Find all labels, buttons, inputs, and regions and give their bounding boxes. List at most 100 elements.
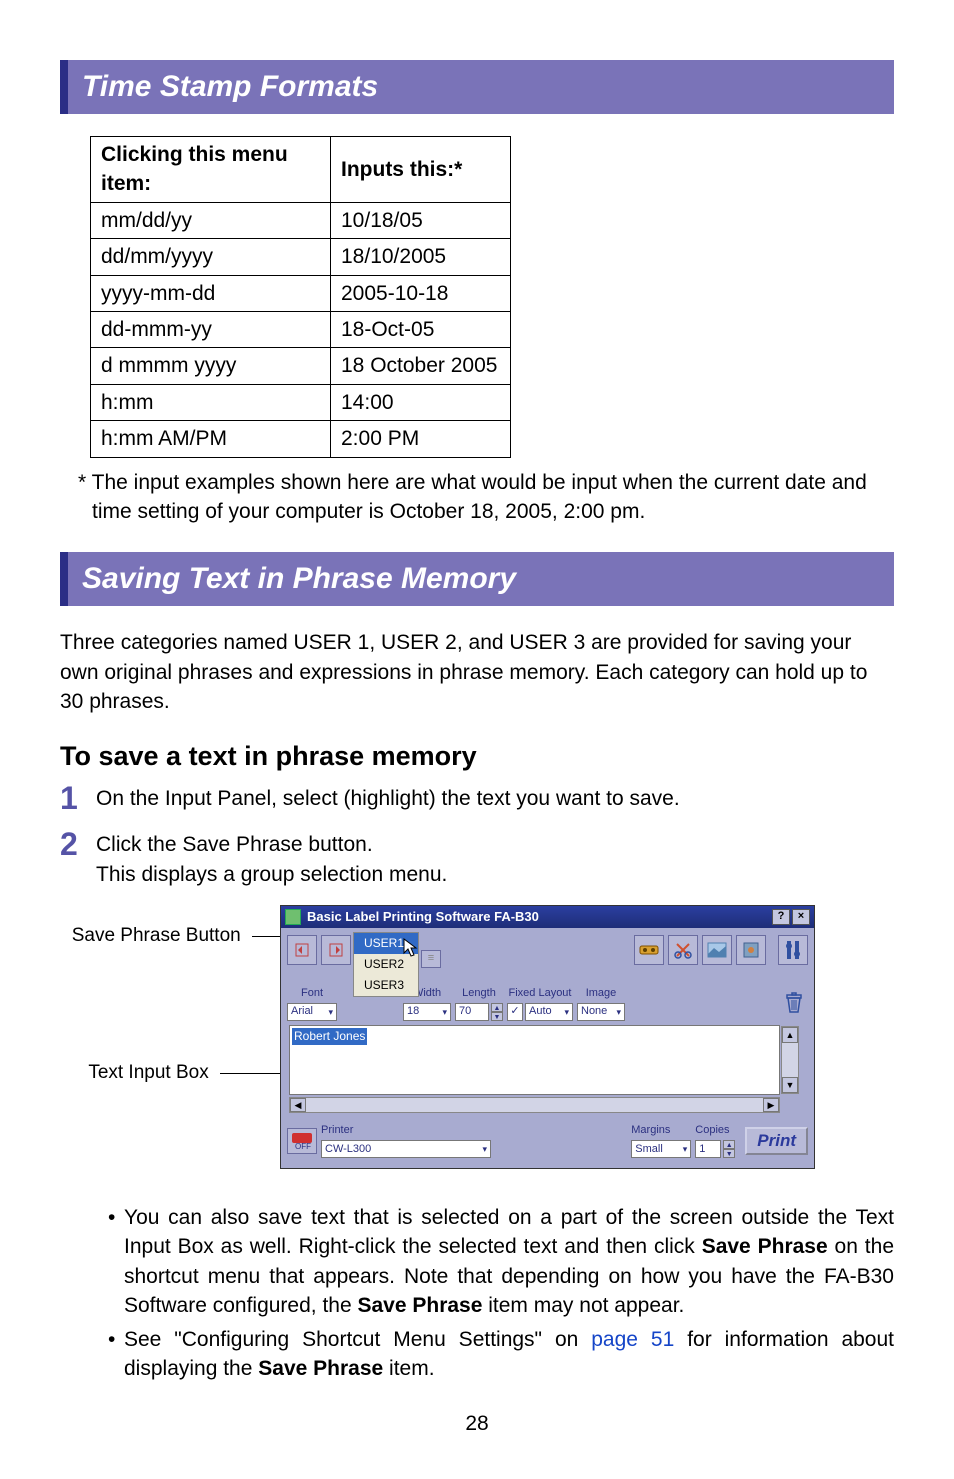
app-window: Basic Label Printing Software FA-B30 ? ×…: [280, 905, 815, 1169]
th-menu-item: Clicking this menu item:: [91, 137, 331, 203]
v-scrollbar[interactable]: ▲ ▼: [781, 1026, 799, 1094]
text: See "Configuring Shortcut Menu Settings"…: [124, 1328, 591, 1351]
subheading-save-text: To save a text in phrase memory: [60, 738, 894, 776]
scroll-left-icon[interactable]: ◀: [290, 1098, 306, 1112]
spin-down-icon[interactable]: ▼: [723, 1149, 735, 1158]
text-input-box[interactable]: Robert Jones ▲ ▼: [289, 1025, 780, 1095]
image-combo[interactable]: None▾: [577, 1003, 625, 1021]
cell: 18/10/2005: [331, 239, 511, 275]
callout-text-input-box: Text Input Box: [88, 1062, 208, 1083]
print-button[interactable]: Print: [745, 1127, 808, 1155]
trash-icon[interactable]: [780, 989, 808, 1017]
section-header-phrase-memory: Saving Text in Phrase Memory: [60, 552, 894, 606]
cell: mm/dd/yy: [91, 202, 331, 238]
table-row: h:mm AM/PM2:00 PM: [91, 421, 511, 457]
length-spinner[interactable]: 70: [455, 1003, 489, 1021]
step-subtext: This displays a group selection menu.: [96, 860, 894, 889]
fixed-layout-combo[interactable]: Auto▾: [525, 1003, 573, 1021]
spin-down-icon[interactable]: ▼: [491, 1012, 503, 1021]
scroll-down-icon[interactable]: ▼: [782, 1077, 798, 1093]
scroll-up-icon[interactable]: ▲: [782, 1027, 798, 1043]
formats-table: Clicking this menu item: Inputs this:* m…: [90, 136, 511, 458]
cell: dd/mm/yyyy: [91, 239, 331, 275]
bold-save-phrase: Save Phrase: [357, 1294, 482, 1317]
printer-label: Printer: [321, 1123, 353, 1138]
table-row: yyyy-mm-dd2005-10-18: [91, 275, 511, 311]
screenshot-diagram: Save Phrase Button Text Input Box Basic …: [60, 905, 894, 1185]
printer-combo[interactable]: CW-L300▾: [321, 1140, 491, 1158]
menu-item-user3[interactable]: USER3: [354, 975, 418, 996]
cell: h:mm: [91, 384, 331, 420]
app-icon: [285, 909, 301, 925]
close-button[interactable]: ×: [792, 909, 810, 925]
cell: 10/18/05: [331, 202, 511, 238]
width-combo[interactable]: 18▾: [403, 1003, 451, 1021]
table-row: d mmmm yyyy18 October 2005: [91, 348, 511, 384]
cursor-icon: [403, 938, 419, 958]
margins-label: Margins: [631, 1123, 670, 1138]
help-button[interactable]: ?: [772, 909, 790, 925]
step-body: On the Input Panel, select (highlight) t…: [96, 784, 894, 813]
step-2: 2 Click the Save Phrase button. This dis…: [60, 830, 894, 889]
length-label: Length: [462, 986, 496, 1001]
titlebar[interactable]: Basic Label Printing Software FA-B30 ? ×: [281, 906, 814, 928]
options-icon[interactable]: [778, 935, 808, 965]
scissors-icon[interactable]: [668, 935, 698, 965]
margins-value: Small: [635, 1142, 663, 1157]
cell: 18 October 2005: [331, 348, 511, 384]
step-1: 1 On the Input Panel, select (highlight)…: [60, 784, 894, 814]
landscape-icon[interactable]: [702, 935, 732, 965]
history-list-icon[interactable]: ≡: [421, 950, 441, 968]
cell: yyyy-mm-dd: [91, 275, 331, 311]
footnote: * The input examples shown here are what…: [78, 468, 894, 527]
note-bullet: See "Configuring Shortcut Menu Settings"…: [108, 1325, 894, 1384]
font-label: Font: [301, 986, 323, 1001]
spin-up-icon[interactable]: ▲: [723, 1140, 735, 1149]
h-scrollbar[interactable]: ◀ ▶: [289, 1097, 780, 1113]
callout-save-phrase-button: Save Phrase Button: [72, 925, 241, 946]
copies-spinner[interactable]: 1: [695, 1140, 721, 1158]
length-value: 70: [459, 1004, 471, 1019]
section-header-time-stamp: Time Stamp Formats: [60, 60, 894, 114]
spin-up-icon[interactable]: ▲: [491, 1003, 503, 1012]
step-body: Click the Save Phrase button.: [96, 830, 894, 859]
scroll-right-icon[interactable]: ▶: [763, 1098, 779, 1112]
cell: d mmmm yyyy: [91, 348, 331, 384]
margins-combo[interactable]: Small▾: [631, 1140, 691, 1158]
table-row: mm/dd/yy10/18/05: [91, 202, 511, 238]
table-row: dd/mm/yyyy18/10/2005: [91, 239, 511, 275]
table-row: h:mm14:00: [91, 384, 511, 420]
step-number: 2: [60, 828, 96, 860]
settings-icon[interactable]: [736, 935, 766, 965]
insert-phrase-icon[interactable]: [287, 935, 317, 965]
selected-text: Robert Jones: [292, 1028, 367, 1045]
cell: 14:00: [331, 384, 511, 420]
font-combo[interactable]: Arial▾: [287, 1003, 337, 1021]
toggle-off-icon[interactable]: OFF: [287, 1128, 317, 1154]
image-value: None: [581, 1004, 607, 1019]
table-row: dd-mmm-yy18-Oct-05: [91, 311, 511, 347]
image-label: Image: [586, 986, 617, 1001]
th-inputs: Inputs this:*: [331, 137, 511, 203]
text: item may not appear.: [482, 1294, 684, 1317]
page-link[interactable]: page 51: [591, 1328, 674, 1351]
note-bullet: You can also save text that is selected …: [108, 1203, 894, 1321]
cell: h:mm AM/PM: [91, 421, 331, 457]
page-number: 28: [60, 1409, 894, 1438]
fixed-layout-label: Fixed Layout: [509, 986, 572, 1001]
step-number: 1: [60, 782, 96, 814]
svg-text:OFF: OFF: [295, 1142, 311, 1150]
cell: dd-mmm-yy: [91, 311, 331, 347]
fixed-layout-checkbox[interactable]: ✓: [507, 1003, 523, 1021]
save-phrase-icon[interactable]: [321, 935, 351, 965]
text: item.: [383, 1357, 434, 1380]
tape-icon[interactable]: [634, 935, 664, 965]
intro-paragraph: Three categories named USER 1, USER 2, a…: [60, 628, 894, 716]
app-title: Basic Label Printing Software FA-B30: [307, 908, 539, 926]
copies-value: 1: [699, 1142, 705, 1157]
bold-save-phrase: Save Phrase: [258, 1357, 383, 1380]
width-value: 18: [407, 1004, 419, 1019]
cell: 2:00 PM: [331, 421, 511, 457]
cell: 2005-10-18: [331, 275, 511, 311]
bold-save-phrase: Save Phrase: [702, 1235, 828, 1258]
